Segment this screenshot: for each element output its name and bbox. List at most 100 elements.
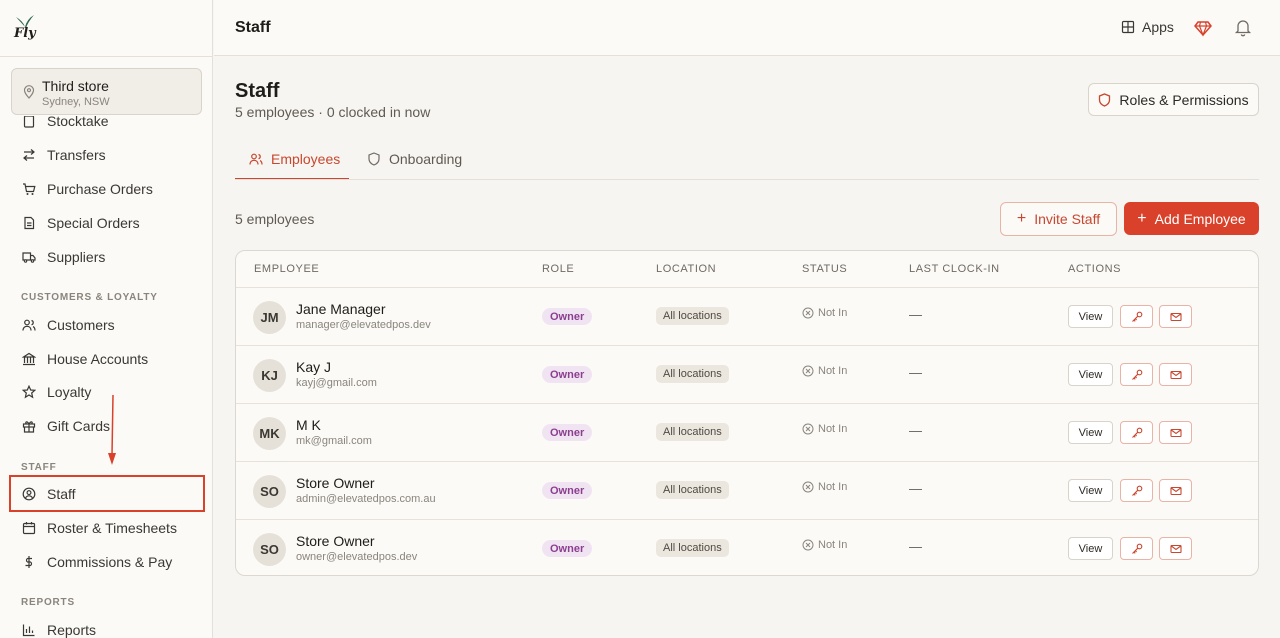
gift-icon — [22, 419, 36, 433]
employee-email: mk@gmail.com — [296, 435, 372, 447]
email-button[interactable] — [1159, 421, 1192, 444]
employee-name[interactable]: M K — [296, 417, 321, 433]
email-button[interactable] — [1159, 479, 1192, 502]
key-icon — [1131, 543, 1142, 554]
key-icon — [1131, 427, 1142, 438]
sidebar-item-stocktake[interactable]: Stocktake — [10, 116, 204, 138]
employee-email: manager@elevatedpos.dev — [296, 319, 431, 331]
users-icon — [249, 153, 263, 165]
top-bar: Staff Apps — [214, 0, 1280, 56]
status-indicator: Not In — [802, 481, 847, 493]
sidebar-item-purchase-orders[interactable]: Purchase Orders — [10, 172, 204, 206]
sidebar-item-label: Suppliers — [47, 249, 106, 265]
view-button[interactable]: View — [1068, 421, 1113, 444]
sidebar-item-commissions-pay[interactable]: Commissions & Pay — [10, 545, 204, 579]
last-clock-in: — — [909, 307, 922, 322]
truck-icon — [22, 250, 36, 264]
key-icon — [1131, 311, 1142, 322]
mail-icon — [1169, 370, 1182, 379]
tabs-divider — [235, 179, 1259, 180]
sidebar-item-special-orders[interactable]: Special Orders — [10, 206, 204, 240]
column-header-location: LOCATION — [656, 263, 717, 275]
view-button[interactable]: View — [1068, 479, 1113, 502]
page-title: Staff — [235, 80, 280, 102]
avatar: JM — [253, 301, 286, 334]
sidebar-item-label: Customers — [47, 317, 115, 333]
email-button[interactable] — [1159, 537, 1192, 560]
avatar: KJ — [253, 359, 286, 392]
last-clock-in: — — [909, 481, 922, 496]
clipboard-icon — [22, 116, 36, 128]
plus-icon: + — [1137, 209, 1147, 227]
location-badge: All locations — [656, 307, 729, 325]
employee-name[interactable]: Store Owner — [296, 475, 375, 491]
status-text: Not In — [818, 365, 848, 377]
sidebar-item-gift-cards[interactable]: Gift Cards — [10, 409, 204, 443]
email-button[interactable] — [1159, 363, 1192, 386]
employee-name[interactable]: Jane Manager — [296, 301, 386, 317]
sidebar-item-roster-timesheets[interactable]: Roster & Timesheets — [10, 511, 204, 545]
table-row[interactable]: SO Store Owner owner@elevatedpos.dev Own… — [236, 519, 1258, 575]
store-name: Third store — [42, 78, 109, 94]
section-staff: STAFF — [21, 462, 57, 473]
sidebar-item-label: Reports — [47, 622, 97, 638]
sidebar-item-suppliers[interactable]: Suppliers — [10, 240, 204, 274]
invite-staff-label: Invite Staff — [1034, 211, 1101, 227]
email-button[interactable] — [1159, 305, 1192, 328]
reset-pin-button[interactable] — [1120, 421, 1153, 444]
status-indicator: Not In — [802, 423, 847, 435]
x-circle-icon — [802, 307, 814, 319]
bank-icon — [22, 352, 36, 366]
mail-icon — [1169, 486, 1182, 495]
table-row[interactable]: SO Store Owner admin@elevatedpos.com.au … — [236, 461, 1258, 519]
bell-icon[interactable] — [1234, 18, 1252, 37]
sidebar-item-loyalty[interactable]: Loyalty — [10, 375, 204, 409]
roles-permissions-button[interactable]: Roles & Permissions — [1088, 83, 1259, 116]
role-badge: Owner — [542, 366, 593, 383]
reset-pin-button[interactable] — [1120, 363, 1153, 386]
sidebar-item-label: Loyalty — [47, 384, 92, 400]
view-button[interactable]: View — [1068, 363, 1113, 386]
gem-icon[interactable] — [1194, 19, 1212, 37]
tab-label: Employees — [271, 151, 341, 167]
role-badge: Owner — [542, 308, 593, 325]
tab-employees[interactable]: Employees — [235, 151, 349, 180]
plus-icon: + — [1016, 210, 1027, 227]
star-icon — [22, 385, 36, 399]
store-selector[interactable]: Third store Sydney, NSW — [11, 68, 202, 115]
employee-name[interactable]: Kay J — [296, 359, 331, 375]
location-badge: All locations — [656, 539, 729, 557]
invite-staff-button[interactable]: + Invite Staff — [1000, 202, 1117, 236]
employees-table: EMPLOYEE ROLE LOCATION STATUS LAST CLOCK… — [235, 250, 1259, 576]
location-pin-icon — [23, 85, 35, 99]
sidebar-item-house-accounts[interactable]: House Accounts — [10, 342, 204, 376]
role-badge: Owner — [542, 540, 593, 557]
apps-button[interactable]: Apps — [1121, 19, 1174, 35]
add-employee-button[interactable]: + Add Employee — [1124, 202, 1259, 235]
shield-icon — [1099, 92, 1111, 107]
view-button[interactable]: View — [1068, 305, 1113, 328]
tab-onboarding[interactable]: Onboarding — [367, 151, 462, 180]
document-icon — [22, 216, 36, 230]
reset-pin-button[interactable] — [1120, 537, 1153, 560]
sidebar-item-staff[interactable]: Staff — [9, 475, 205, 512]
sidebar-item-label: Purchase Orders — [47, 181, 153, 197]
x-circle-icon — [802, 539, 814, 551]
table-row[interactable]: KJ Kay J kayj@gmail.com Owner All locati… — [236, 345, 1258, 403]
table-row[interactable]: MK M K mk@gmail.com Owner All locations … — [236, 403, 1258, 461]
sidebar-item-label: Gift Cards — [47, 418, 111, 434]
table-row[interactable]: JM Jane Manager manager@elevatedpos.dev … — [236, 287, 1258, 345]
reset-pin-button[interactable] — [1120, 305, 1153, 328]
sidebar-item-reports[interactable]: Reports — [10, 613, 204, 638]
location-badge: All locations — [656, 423, 729, 441]
view-button[interactable]: View — [1068, 537, 1113, 560]
employee-email: kayj@gmail.com — [296, 377, 377, 389]
reset-pin-button[interactable] — [1120, 479, 1153, 502]
employee-name[interactable]: Store Owner — [296, 533, 375, 549]
sidebar-item-customers[interactable]: Customers — [10, 308, 204, 342]
users-icon — [22, 318, 36, 332]
employee-count: 5 employees — [235, 211, 315, 227]
dollar-icon — [22, 555, 36, 569]
status-text: Not In — [818, 423, 848, 435]
sidebar-item-transfers[interactable]: Transfers — [10, 138, 204, 172]
